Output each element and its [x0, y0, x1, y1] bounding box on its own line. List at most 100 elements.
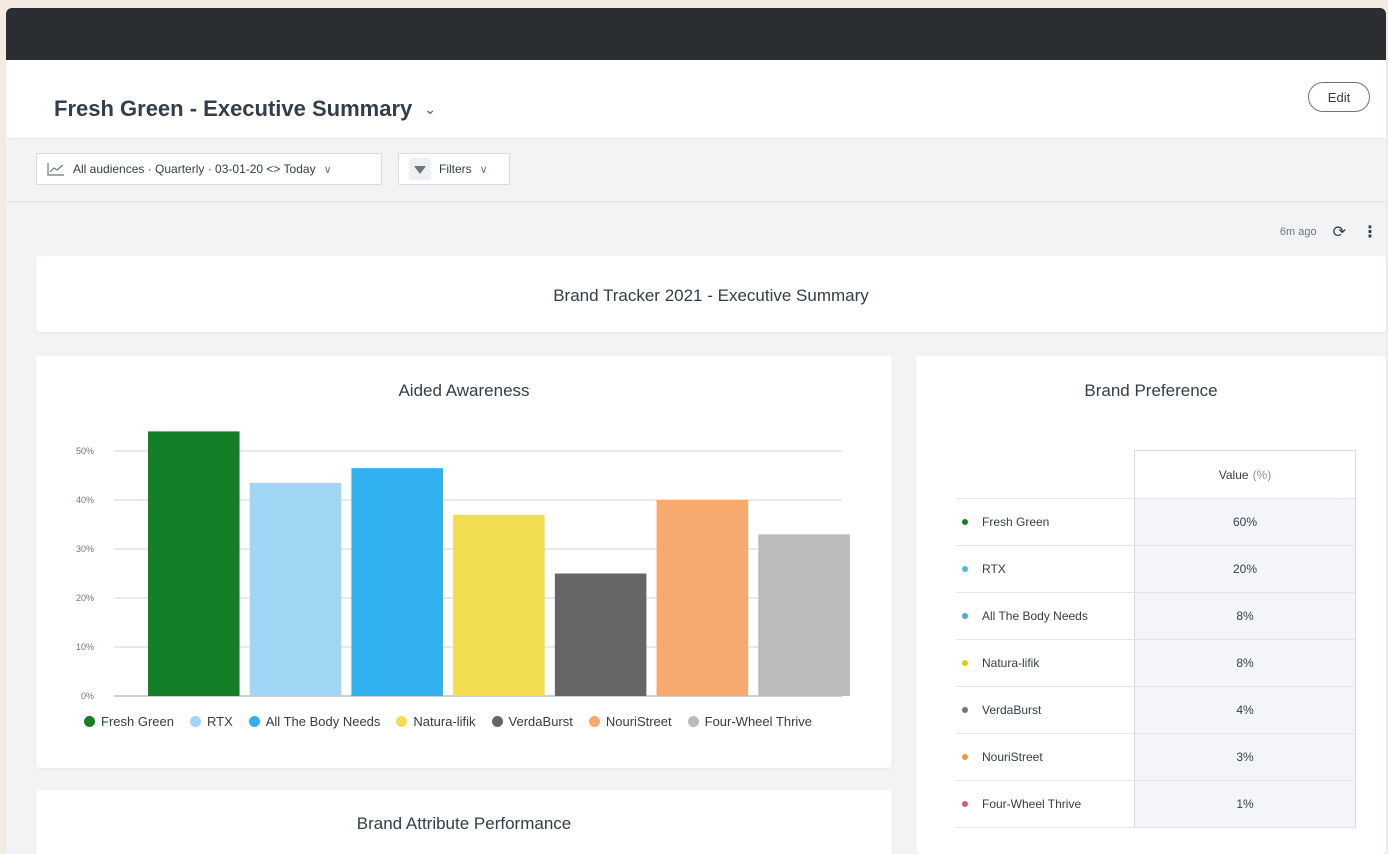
legend-item[interactable]: Fresh Green	[84, 714, 174, 729]
top-navigation-bar	[6, 8, 1386, 60]
legend-item[interactable]: VerdaBurst	[491, 714, 573, 729]
brand-color-dot	[962, 801, 968, 807]
chevron-down-icon: ⌄	[424, 100, 436, 117]
table-row: Four-Wheel Thrive 1%	[956, 780, 1356, 828]
brand-color-dot	[962, 754, 968, 760]
brand-preference-table: Value (%) Fresh Green 60% RTX 20% All The Bo…	[956, 450, 1356, 828]
app-window: Fresh Green - Executive Summary ⌄ Edit A…	[6, 8, 1386, 854]
brand-preference-title: Brand Preference	[1084, 381, 1218, 400]
y-tick-label: 40%	[76, 495, 94, 505]
edit-button[interactable]: Edit	[1308, 82, 1370, 112]
legend-item[interactable]: Four-Wheel Thrive	[687, 714, 813, 729]
legend-swatch	[491, 716, 503, 727]
legend-label: RTX	[206, 714, 233, 729]
brand-color-dot	[962, 707, 968, 713]
brand-name-cell: NouriStreet	[956, 750, 1134, 764]
brand-color-dot	[962, 519, 968, 525]
summary-title: Brand Tracker 2021 - Executive Summary	[553, 286, 869, 305]
page-title: Fresh Green - Executive Summary	[54, 96, 413, 121]
brand-attribute-title: Brand Attribute Performance	[356, 814, 572, 833]
line-chart-icon	[47, 163, 64, 176]
value-header-label: Value	[1218, 468, 1249, 482]
dashboard-header: Fresh Green - Executive Summary ⌄ Edit	[6, 60, 1386, 139]
chevron-down-icon: ∨	[479, 163, 488, 176]
filters-label: Filters	[439, 162, 472, 176]
brand-name-label: Fresh Green	[982, 515, 1050, 529]
legend-item[interactable]: All The Body Needs	[248, 714, 381, 729]
brand-attribute-card: Brand Attribute Performance	[36, 790, 892, 854]
brand-preference-card: Brand Preference Value (%) Fresh Green 60…	[916, 356, 1386, 854]
value-cell: 3%	[1134, 734, 1356, 780]
brand-color-dot	[962, 566, 968, 572]
table-row: Natura-lifik 8%	[956, 639, 1356, 686]
value-cell: 8%	[1134, 593, 1356, 639]
bar-fresh-green[interactable]	[148, 431, 240, 696]
value-cell: 60%	[1134, 499, 1356, 545]
chevron-down-icon: ∨	[323, 163, 332, 176]
table-row: NouriStreet 3%	[956, 733, 1356, 780]
dashboard-title-dropdown[interactable]: Fresh Green - Executive Summary ⌄	[54, 96, 436, 122]
brand-color-dot	[962, 613, 968, 619]
brand-name-label: RTX	[982, 562, 1006, 576]
value-cell: 20%	[1134, 546, 1356, 592]
legend-label: Fresh Green	[101, 714, 174, 729]
value-unit-label: (%)	[1252, 468, 1272, 482]
table-row: VerdaBurst 4%	[956, 686, 1356, 733]
summary-title-card: Brand Tracker 2021 - Executive Summary	[36, 256, 1386, 332]
brand-color-dot	[962, 660, 968, 666]
brand-name-label: Four-Wheel Thrive	[982, 797, 1082, 811]
y-tick-label: 10%	[76, 642, 94, 652]
aided-awareness-card: Aided Awareness 0% 10% 20% 30% 40% 50% Fresh …	[36, 356, 892, 768]
table-row: All The Body Needs 8%	[956, 592, 1356, 639]
bar-verdaburst[interactable]	[554, 573, 647, 697]
bar-four-wheel-thrive[interactable]	[758, 534, 850, 696]
legend-label: All The Body Needs	[265, 714, 381, 729]
legend-label: Four-Wheel Thrive	[704, 714, 813, 729]
legend-swatch	[248, 716, 260, 727]
legend-item[interactable]: NouriStreet	[588, 714, 672, 729]
brand-name-label: All The Body Needs	[982, 609, 1088, 623]
brand-name-cell: All The Body Needs	[956, 609, 1134, 623]
brand-name-label: NouriStreet	[982, 750, 1043, 764]
audience-period-label: All audiences · Quarterly · 03-01-20 <> …	[73, 162, 316, 176]
table-body: Fresh Green 60% RTX 20% All The Body Needs 8%…	[956, 498, 1356, 828]
table-row: RTX 20%	[956, 545, 1356, 592]
filters-button[interactable]: Filters ∨	[398, 153, 510, 185]
legend-swatch	[396, 716, 408, 727]
legend-swatch	[588, 716, 600, 727]
table-row: Fresh Green 60%	[956, 498, 1356, 545]
bar-nouristreet[interactable]	[656, 500, 749, 696]
bar-natura-lifik[interactable]	[453, 514, 545, 696]
filter-bar: All audiences · Quarterly · 03-01-20 <> …	[6, 139, 1386, 201]
legend-swatch	[84, 716, 95, 727]
value-cell: 4%	[1134, 687, 1356, 733]
value-cell: 1%	[1134, 781, 1356, 827]
y-tick-label: 30%	[76, 544, 94, 554]
bar-rtx[interactable]	[249, 482, 342, 696]
legend-item[interactable]: RTX	[189, 714, 233, 729]
value-column-header[interactable]: Value (%)	[1134, 450, 1356, 499]
brand-name-cell: VerdaBurst	[956, 703, 1134, 717]
y-tick-label: 20%	[76, 593, 94, 603]
more-options-icon[interactable]: ⋮	[1362, 222, 1378, 242]
legend-label: Natura-lifik	[413, 714, 476, 729]
chart-legend: Fresh Green RTX All The Body Needs Natura-l…	[84, 714, 812, 729]
brand-name-label: VerdaBurst	[982, 703, 1042, 717]
legend-label: NouriStreet	[605, 714, 672, 729]
brand-name-cell: Fresh Green	[956, 515, 1134, 529]
bar-all-the-body-needs[interactable]	[351, 468, 443, 696]
legend-item[interactable]: Natura-lifik	[396, 714, 476, 729]
brand-name-cell: RTX	[956, 562, 1134, 576]
legend-label: VerdaBurst	[508, 714, 573, 729]
last-updated-text: 6m ago	[1279, 226, 1317, 238]
refresh-icon[interactable]: ⟳	[1333, 222, 1346, 242]
brand-name-label: Natura-lifik	[982, 656, 1040, 670]
value-cell: 8%	[1134, 640, 1356, 686]
table-header: Value (%)	[956, 450, 1356, 499]
audience-period-selector[interactable]: All audiences · Quarterly · 03-01-20 <> …	[36, 153, 382, 185]
funnel-icon	[409, 158, 431, 180]
legend-swatch	[687, 716, 699, 727]
y-tick-label: 50%	[76, 446, 94, 456]
dashboard-meta: 6m ago ⟳ ⋮	[1280, 222, 1378, 242]
y-tick-label: 0%	[81, 691, 94, 701]
